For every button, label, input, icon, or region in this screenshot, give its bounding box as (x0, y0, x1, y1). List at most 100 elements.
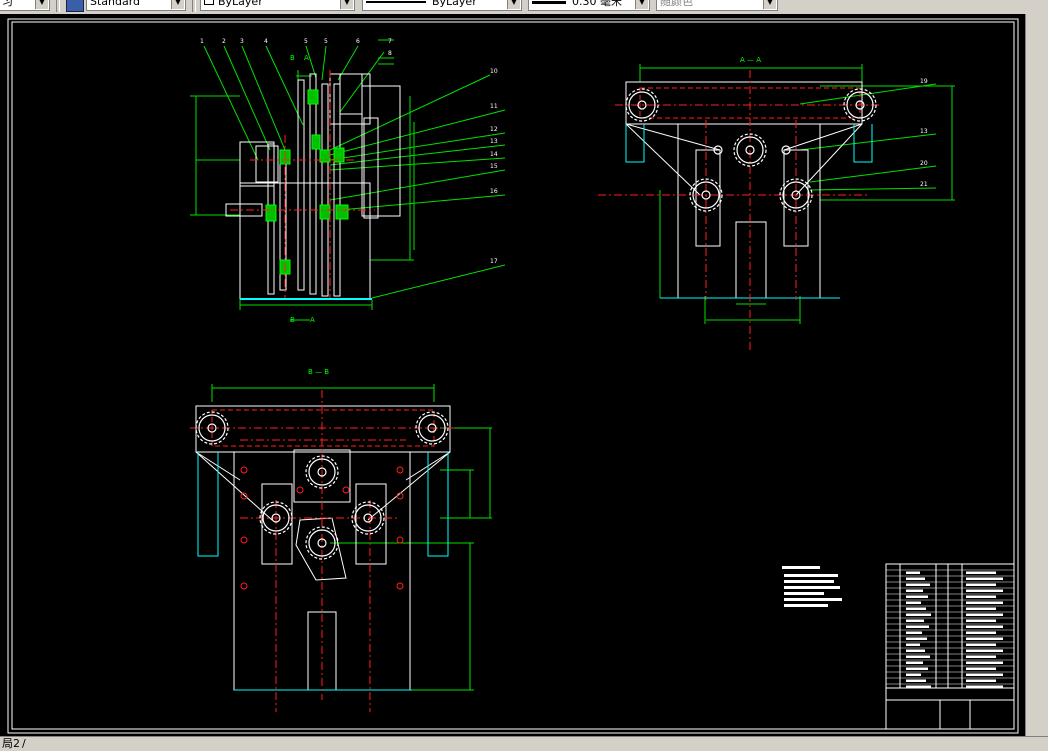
svg-text:12: 12 (490, 126, 498, 133)
bom-text-mark (966, 613, 1003, 616)
bom-text-mark (966, 607, 996, 610)
technical-notes (782, 566, 842, 607)
chevron-down-icon[interactable]: ▼ (340, 0, 353, 9)
bom-text-mark (906, 577, 925, 580)
bom-text-mark (906, 589, 923, 592)
bom-text-mark (906, 673, 921, 676)
section-view-aa: A — A 1913 2021 (598, 56, 955, 352)
bom-text-mark (906, 607, 926, 610)
bom-text-mark (966, 619, 996, 622)
svg-text:3: 3 (240, 38, 244, 45)
section-view-bb: B — B (190, 368, 492, 712)
bom-text-mark (966, 583, 996, 586)
svg-text:4: 4 (264, 38, 268, 45)
bom-text-mark (906, 661, 923, 664)
layer-value: ByLayer (218, 0, 263, 8)
chevron-down-icon[interactable]: ▼ (171, 0, 184, 9)
drawing-border-inner (11, 21, 1015, 730)
svg-text:11: 11 (490, 103, 498, 110)
bom-text-mark (906, 649, 925, 652)
bom-text-mark (906, 595, 928, 598)
section-title-aa: A — A (740, 56, 761, 64)
bom-text-mark (906, 685, 931, 688)
bom-text-mark (966, 595, 996, 598)
title-block (885, 563, 1015, 730)
svg-text:8: 8 (388, 50, 392, 57)
lineweight-value: 0.30 毫米 (572, 0, 622, 8)
bom-text-mark (966, 577, 1003, 580)
section-mark-b-top: B (290, 54, 295, 62)
layer-select[interactable]: ByLayer ▼ (200, 0, 355, 11)
bom-text-mark (966, 637, 1003, 640)
svg-text:17: 17 (490, 258, 498, 265)
bom-text-mark (906, 667, 928, 670)
toolbar-separator (192, 0, 196, 12)
layout-tab[interactable]: 局2 (0, 737, 20, 750)
text-style-icon[interactable] (66, 0, 84, 12)
bom-text-mark (966, 655, 996, 658)
layer-color-swatch (204, 0, 214, 5)
bom-text-mark (966, 643, 996, 646)
status-bar: 局2/ (0, 736, 1048, 751)
svg-text:20: 20 (920, 160, 928, 167)
bom-text-mark (966, 625, 1003, 628)
front-view: 123 455 6 78 101112 131415 1617 B A B A (190, 38, 506, 324)
svg-text:13: 13 (490, 138, 498, 145)
chevron-down-icon[interactable]: ▼ (35, 0, 48, 9)
textstyle-select[interactable]: Standard ▼ (86, 0, 186, 11)
chevron-down-icon[interactable]: ▼ (763, 0, 776, 9)
bom-text-mark (966, 667, 996, 670)
svg-text:15: 15 (490, 163, 498, 170)
tool-dropdown-value: 习 (2, 0, 13, 8)
svg-text:10: 10 (490, 68, 498, 75)
lineweight-preview (532, 0, 566, 4)
bom-text-mark (906, 571, 920, 574)
svg-text:5: 5 (324, 38, 328, 45)
lineweight-select[interactable]: 0.30 毫米 ▼ (528, 0, 650, 11)
bom-text-mark (906, 643, 920, 646)
cad-drawing: 123 455 6 78 101112 131415 1617 B A B A A… (7, 18, 1019, 734)
bom-text-mark (906, 637, 927, 640)
drawing-canvas[interactable]: 123 455 678 10 11 12 13 14 15 16 17 B A B A A… (0, 14, 1025, 736)
toolbar-separator (56, 0, 60, 12)
bom-text-mark (906, 583, 930, 586)
bom-text-mark (906, 655, 930, 658)
properties-toolbar: 习 ▼ Standard ▼ ByLayer ▼ ByLayer ▼ 0.30 … (0, 0, 1048, 15)
bom-text-mark (966, 601, 1003, 604)
bom-text-mark (906, 631, 922, 634)
svg-text:21: 21 (920, 181, 928, 188)
bom-text-mark (966, 679, 996, 682)
svg-text:1: 1 (200, 38, 204, 45)
bom-text-mark (966, 649, 1003, 652)
bom-text-mark (906, 601, 921, 604)
svg-text:7: 7 (388, 38, 392, 45)
linetype-value: ByLayer (432, 0, 477, 8)
bom-text-mark (906, 619, 924, 622)
svg-text:6: 6 (356, 38, 360, 45)
bom-text-mark (966, 685, 1003, 688)
bom-text-mark (966, 631, 996, 634)
svg-text:14: 14 (490, 151, 498, 158)
bom-text-mark (966, 661, 1003, 664)
bom-text-mark (966, 673, 1003, 676)
textstyle-value: Standard (90, 0, 141, 8)
bom-text-mark (966, 589, 1003, 592)
svg-text:13: 13 (920, 128, 928, 135)
svg-text:5: 5 (304, 38, 308, 45)
plotstyle-value: 随颜色 (660, 0, 693, 8)
section-title-bb: B — B (308, 368, 329, 376)
tool-dropdown-left[interactable]: 习 ▼ (0, 0, 50, 11)
bom-text-mark (966, 571, 996, 574)
bom-text-mark (906, 613, 931, 616)
chevron-down-icon[interactable]: ▼ (507, 0, 520, 9)
linetype-select[interactable]: ByLayer ▼ (362, 0, 522, 11)
svg-text:2: 2 (222, 38, 226, 45)
section-mark-b-bottom: B (290, 316, 295, 324)
svg-text:19: 19 (920, 78, 928, 85)
plotstyle-select[interactable]: 随颜色 ▼ (656, 0, 778, 11)
chevron-down-icon[interactable]: ▼ (635, 0, 648, 9)
vertical-scrollbar[interactable] (1025, 14, 1048, 736)
linetype-preview (366, 1, 426, 3)
section-mark-a-bottom: A (310, 316, 315, 324)
svg-text:16: 16 (490, 188, 498, 195)
